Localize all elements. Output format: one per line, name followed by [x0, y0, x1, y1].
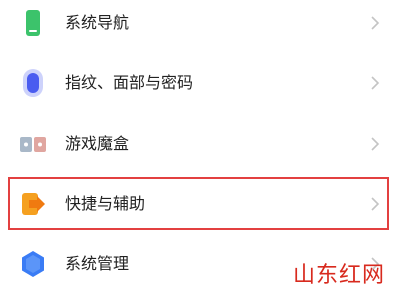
- hexagon-system-icon: [19, 249, 47, 279]
- chevron-right-icon: [369, 136, 381, 152]
- settings-item-label: 系统导航: [65, 13, 130, 32]
- settings-item-system-navigation[interactable]: 系统导航: [0, 0, 400, 60]
- settings-item-label: 游戏魔盒: [65, 134, 130, 153]
- phone-navigation-icon: [19, 8, 47, 38]
- highlight-box: [8, 177, 389, 230]
- settings-item-label: 指纹、面部与密码: [65, 73, 194, 92]
- fingerprint-icon: [19, 68, 47, 98]
- watermark: 山东红网: [293, 263, 386, 288]
- settings-list: 系统导航 指纹、面部与密码 游戏魔盒 快捷与辅助 系统管理: [0, 0, 400, 300]
- settings-item-game-box[interactable]: 游戏魔盒: [0, 113, 400, 173]
- settings-item-fingerprint-face-password[interactable]: 指纹、面部与密码: [0, 54, 400, 114]
- chevron-right-icon: [369, 75, 381, 91]
- chevron-right-icon: [369, 15, 381, 31]
- settings-item-label: 系统管理: [65, 254, 130, 273]
- game-box-icon: [19, 129, 47, 159]
